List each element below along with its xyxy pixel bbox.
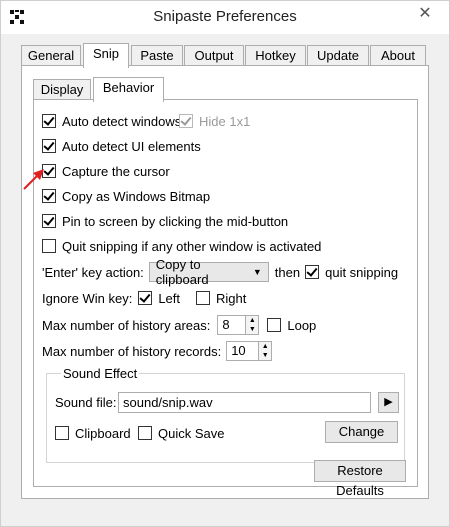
change-sound-button[interactable]: Change (325, 421, 398, 443)
preferences-window: Snipaste Preferences ✕ General Snip Past… (0, 0, 450, 527)
snip-panel: Display Behavior Auto detect windows Hid… (21, 65, 429, 499)
copy-bitmap-label: Copy as Windows Bitmap (62, 188, 211, 204)
spin-buttons[interactable]: ▲ ▼ (258, 342, 272, 360)
tab-update[interactable]: Update (307, 45, 369, 67)
tab-snip[interactable]: Snip (83, 43, 129, 68)
history-records-label: Max number of history records: (42, 343, 222, 359)
window-title: Snipaste Preferences (153, 8, 297, 25)
quit-other-window-option[interactable]: Quit snipping if any other window is act… (42, 237, 321, 255)
pin-mid-button-checkbox[interactable] (42, 214, 56, 228)
sound-file-label: Sound file: (55, 395, 117, 410)
tab-behavior[interactable]: Behavior (93, 77, 164, 102)
enter-action-selected: Copy to clipboard (155, 257, 209, 287)
history-areas-row: Max number of history areas: 8 ▲ ▼ Loop (42, 315, 317, 335)
loop-checkbox[interactable] (267, 318, 282, 332)
capture-cursor-label: Capture the cursor (62, 163, 170, 179)
then-label: then (274, 264, 301, 280)
sound-effect-group: Sound Effect Sound file: sound/snip.wav … (46, 366, 405, 463)
quit-snipping-label: quit snipping (325, 264, 399, 280)
sound-file-input[interactable]: sound/snip.wav (118, 392, 371, 413)
sound-effect-title: Sound Effect (61, 366, 140, 381)
hide-1x1-label: Hide 1x1 (199, 113, 251, 129)
behavior-panel: Auto detect windows Hide 1x1 Auto detect… (33, 99, 418, 498)
win-right-checkbox[interactable] (196, 291, 211, 305)
hide-1x1-checkbox[interactable] (179, 114, 193, 128)
auto-detect-ui-checkbox[interactable] (42, 139, 56, 153)
tab-output[interactable]: Output (184, 45, 244, 67)
tab-general[interactable]: General (21, 45, 81, 67)
red-annotation-arrow (23, 169, 44, 190)
auto-detect-windows-checkbox[interactable] (42, 114, 56, 128)
hide-1x1-option[interactable]: Hide 1x1 (179, 112, 250, 130)
title-bar: Snipaste Preferences ✕ (1, 1, 449, 35)
history-records-value: 10 (231, 343, 246, 358)
pin-mid-button-option[interactable]: Pin to screen by clicking the mid-button (42, 212, 288, 230)
auto-detect-windows-option[interactable]: Auto detect windows (42, 112, 181, 130)
chevron-down-icon: ▼ (252, 267, 262, 277)
auto-detect-ui-label: Auto detect UI elements (62, 138, 201, 154)
quick-save-label: Quick Save (158, 425, 225, 441)
auto-detect-windows-label: Auto detect windows (62, 113, 182, 129)
tab-hotkey[interactable]: Hotkey (245, 45, 306, 67)
win-left-checkbox[interactable] (138, 291, 153, 305)
quit-snipping-checkbox[interactable] (305, 265, 320, 279)
history-areas-value: 8 (222, 317, 230, 332)
clipboard-option[interactable]: Clipboard (55, 424, 131, 442)
tab-about[interactable]: About (370, 45, 426, 67)
quit-other-window-checkbox[interactable] (42, 239, 56, 253)
spin-up-icon[interactable]: ▲ (259, 342, 271, 351)
history-records-spinbox[interactable]: 10 ▲ ▼ (226, 341, 273, 361)
history-records-row: Max number of history records: 10 ▲ ▼ (42, 341, 273, 361)
enter-key-action-row: 'Enter' key action: Copy to clipboard ▼ … (42, 257, 399, 287)
history-areas-label: Max number of history areas: (42, 317, 211, 333)
quit-other-window-label: Quit snipping if any other window is act… (62, 238, 322, 254)
tab-display[interactable]: Display (33, 79, 91, 101)
spin-up-icon[interactable]: ▲ (246, 316, 258, 325)
quick-save-option[interactable]: Quick Save (138, 424, 224, 442)
quick-save-checkbox[interactable] (138, 426, 152, 440)
close-icon[interactable]: ✕ (407, 1, 443, 25)
ignore-win-key-label: Ignore Win key: (42, 290, 133, 306)
spin-down-icon[interactable]: ▼ (246, 325, 258, 334)
auto-detect-ui-option[interactable]: Auto detect UI elements (42, 137, 201, 155)
clipboard-checkbox[interactable] (55, 426, 69, 440)
win-left-label: Left (158, 290, 181, 306)
pin-mid-button-label: Pin to screen by clicking the mid-button (62, 213, 289, 229)
history-areas-spinbox[interactable]: 8 ▲ ▼ (217, 315, 260, 335)
capture-cursor-option[interactable]: Capture the cursor (42, 162, 170, 180)
restore-defaults-button[interactable]: Restore Defaults (314, 460, 406, 498)
win-right-label: Right (216, 290, 247, 306)
spin-buttons[interactable]: ▲ ▼ (245, 316, 259, 334)
copy-bitmap-option[interactable]: Copy as Windows Bitmap (42, 187, 210, 205)
enter-action-dropdown[interactable]: Copy to clipboard ▼ (148, 257, 269, 287)
spin-down-icon[interactable]: ▼ (259, 351, 271, 360)
play-icon: ▶ (384, 396, 393, 408)
tab-paste[interactable]: Paste (131, 45, 183, 67)
ignore-win-key-row: Ignore Win key: Left Right (42, 289, 246, 307)
clipboard-label: Clipboard (75, 425, 131, 441)
play-sound-button[interactable]: ▶ (378, 392, 399, 413)
enter-key-action-label: 'Enter' key action: (42, 264, 144, 280)
loop-label: Loop (287, 317, 317, 333)
